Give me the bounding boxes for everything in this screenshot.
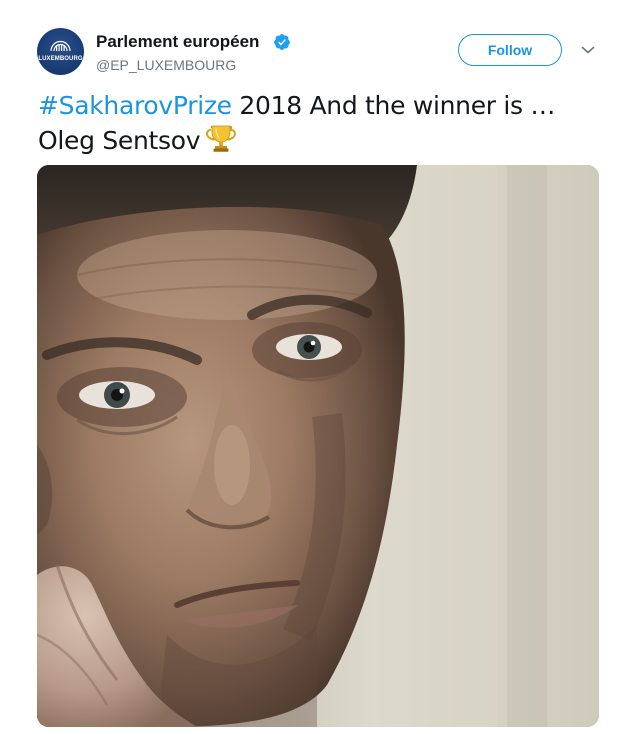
tweet-card: LUXEMBOURG Parlement européen @EP_LUXEMB… <box>0 0 627 734</box>
trophy-icon <box>206 125 237 152</box>
portrait-photo <box>37 165 599 727</box>
follow-button[interactable]: Follow <box>458 34 562 66</box>
avatar-text: LUXEMBOURG <box>38 56 83 62</box>
user-name[interactable]: Parlement européen <box>96 32 259 52</box>
hashtag-link[interactable]: #SakharovPrize <box>38 91 232 120</box>
chevron-down-icon[interactable] <box>581 45 595 55</box>
avatar[interactable]: LUXEMBOURG <box>37 28 84 75</box>
tweet-text-rest: 2018 And the winner is … <box>231 91 556 120</box>
tweet-text-line2: Oleg Sentsov <box>38 126 201 155</box>
ep-logo-icon <box>50 40 71 52</box>
tweet-text: #SakharovPrize 2018 And the winner is … … <box>38 89 598 158</box>
tweet-photo[interactable] <box>37 165 599 727</box>
verified-badge-icon <box>274 34 290 50</box>
user-handle[interactable]: @EP_LUXEMBOURG <box>96 57 236 73</box>
